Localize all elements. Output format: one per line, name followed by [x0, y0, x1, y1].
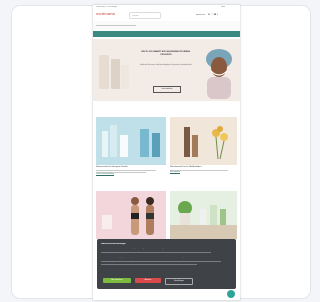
- reject-cookies-button[interactable]: Ablehnen: [135, 278, 161, 283]
- flower-image: [212, 126, 228, 160]
- product-image-bottle: [111, 59, 120, 89]
- tile-caption-group: Sonnenschutz für die ganze Familie Zu de…: [96, 166, 166, 176]
- cart-count: 0: [216, 14, 218, 16]
- cart-icon[interactable]: ■: [214, 12, 216, 16]
- product-bottle: [152, 133, 160, 157]
- cookie-banner: Datenschutzeinstellungen Wir verwenden C…: [97, 239, 236, 289]
- table-surface: [170, 225, 237, 239]
- hero-button[interactable]: Jetzt entdecken: [153, 86, 181, 93]
- model-photo: [206, 49, 232, 99]
- models-image: [131, 197, 154, 235]
- divider: [96, 25, 136, 26]
- main-nav: Neu Marken Gesicht Körper Haare Parfum G…: [93, 31, 240, 45]
- product-bottle: [120, 135, 128, 157]
- pot-image: [180, 213, 190, 225]
- site-logo[interactable]: medinaria: [96, 12, 115, 16]
- product-bottle: [192, 135, 198, 157]
- text-line: [101, 261, 221, 262]
- product-bottle: [110, 125, 117, 157]
- caption-line: [170, 169, 228, 171]
- cookie-text-1: Wir verwenden Cookies, um Ihnen die best…: [101, 248, 168, 249]
- product-bottle: [140, 129, 149, 157]
- search-input[interactable]: Suchen: [129, 12, 161, 19]
- help-link[interactable]: Hilfe: [221, 6, 225, 8]
- tile-caption-group: Naturkosmetik für Ihr Wohlbefinden Mehr …: [170, 166, 237, 174]
- tile-caption: Sonnenschutz für die ganze Familie: [96, 166, 128, 168]
- text-line: [101, 264, 197, 265]
- product-bottle: [200, 209, 206, 225]
- heart-icon[interactable]: ♡: [211, 12, 214, 16]
- product-image-jar: [121, 65, 129, 89]
- user-icon[interactable]: ●: [208, 12, 210, 16]
- tile-link[interactable]: Mehr erfahren: [170, 172, 237, 174]
- tile-link[interactable]: Zu den Sonnenprodukten: [96, 174, 166, 176]
- website-screenshot: Lieferung 2-3 Werktage Hilfe medinaria S…: [93, 5, 240, 300]
- site-header: medinaria Suchen Anmelden ● ♡ ■ 0: [93, 9, 240, 21]
- hero-text: Entdecken Sie unsere exklusiven Angebote…: [139, 65, 193, 66]
- chat-icon[interactable]: [227, 290, 235, 298]
- text-line: [101, 252, 211, 253]
- product-bottle: [220, 209, 226, 225]
- cookie-settings-button[interactable]: Einstellungen: [165, 278, 193, 285]
- promo-tile-nature[interactable]: [170, 117, 237, 165]
- accept-cookies-button[interactable]: Alle akzeptieren: [103, 278, 131, 283]
- caption-line: [96, 169, 156, 171]
- search-placeholder: Suchen: [132, 14, 139, 17]
- product-bottle: [184, 127, 190, 157]
- hero-title: BIS ZU 20% RABATT AUF AUSGEWÄHLTE DERMA-…: [141, 51, 191, 56]
- caption-line: [96, 171, 146, 173]
- cookie-text-2: Sie können Ihre Einstellungen jederzeit …: [101, 257, 184, 258]
- promo-tile-sun[interactable]: [96, 117, 166, 165]
- delivery-info: Lieferung 2-3 Werktage: [96, 6, 117, 8]
- product-bottle: [210, 205, 217, 225]
- tile-caption: Naturkosmetik für Ihr Wohlbefinden: [170, 166, 202, 168]
- product-pack: [102, 215, 112, 229]
- header-spacer: [93, 21, 240, 31]
- account-link[interactable]: Anmelden: [196, 14, 205, 16]
- cookie-title: Datenschutzeinstellungen: [101, 243, 126, 245]
- promo-tile-swimwear[interactable]: [96, 191, 166, 239]
- promo-tile-home[interactable]: [170, 191, 237, 239]
- product-image-tube: [99, 55, 109, 89]
- header-icons: ● ♡ ■ 0: [208, 13, 218, 17]
- product-bottle: [102, 131, 108, 157]
